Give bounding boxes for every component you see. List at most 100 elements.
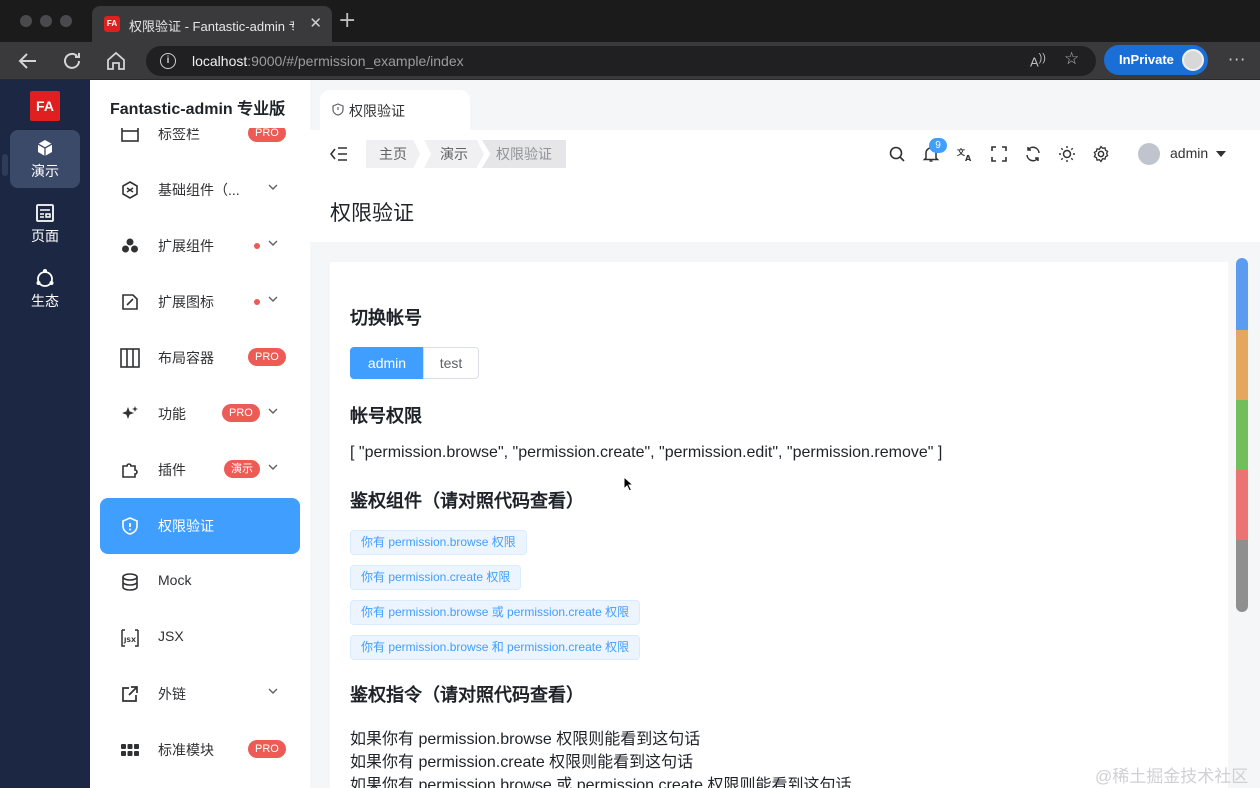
breadcrumb-demo[interactable]: 演示 bbox=[424, 140, 484, 168]
component-icon bbox=[122, 181, 138, 199]
menu-item-jsx[interactable]: JSX JSX bbox=[100, 610, 300, 666]
menu-item-standard-module[interactable]: 标准模块 PRO bbox=[100, 722, 300, 778]
jsx-icon: JSX bbox=[121, 629, 139, 647]
chevron-down-icon bbox=[268, 688, 278, 694]
account-admin-button[interactable]: admin bbox=[350, 347, 424, 379]
settings-gear-icon[interactable] bbox=[1092, 145, 1110, 163]
menu-item-permission[interactable]: 权限验证 bbox=[100, 498, 300, 554]
database-icon bbox=[122, 573, 138, 591]
chevron-down-icon bbox=[268, 464, 278, 470]
shield-icon bbox=[122, 517, 138, 535]
main-sidebar: FA 演示 页面 生态 bbox=[0, 80, 90, 788]
notification-badge: 9 bbox=[929, 138, 947, 153]
collapse-sidebar-icon[interactable] bbox=[330, 146, 348, 162]
page-tabbar: 权限验证 bbox=[310, 80, 1260, 130]
new-dot bbox=[254, 243, 260, 249]
chevron-down-icon bbox=[268, 184, 278, 190]
extend-icon-icon bbox=[122, 294, 138, 310]
chevron-down-icon bbox=[268, 408, 278, 414]
reload-icon[interactable] bbox=[60, 49, 84, 73]
pro-badge: PRO bbox=[222, 404, 260, 422]
theme-sun-icon[interactable] bbox=[1058, 145, 1076, 163]
user-name[interactable]: admin bbox=[1170, 145, 1208, 161]
menu-item-features[interactable]: 功能 PRO bbox=[100, 386, 300, 442]
menu-item-external-link[interactable]: 外链 bbox=[100, 666, 300, 722]
directive-line: 如果你有 permission.create 权限则能看到这句话 bbox=[350, 754, 694, 771]
avatar[interactable] bbox=[1138, 143, 1160, 165]
shield-icon bbox=[332, 103, 344, 116]
sparkle-icon bbox=[122, 406, 138, 419]
page-tab-permission[interactable]: 权限验证 bbox=[320, 90, 470, 130]
plugin-icon bbox=[122, 463, 138, 478]
cube-icon bbox=[37, 140, 53, 156]
account-test-button[interactable]: test bbox=[423, 347, 479, 379]
scroll-segment-orange bbox=[1236, 330, 1248, 400]
page-icon bbox=[36, 204, 54, 222]
site-info-icon[interactable]: i bbox=[160, 53, 176, 69]
content-panel: 切换帐号 admin test 帐号权限 [ "permission.brows… bbox=[330, 262, 1228, 788]
refresh-icon[interactable] bbox=[1024, 145, 1042, 163]
menu-item-layout[interactable]: 布局容器 PRO bbox=[100, 330, 300, 386]
auth-tag: 你有 permission.browse 或 permission.create… bbox=[350, 600, 641, 625]
menu-item-extend-components[interactable]: 扩展组件 bbox=[100, 218, 300, 274]
directive-line: 如果你有 permission.browse 或 permission.crea… bbox=[350, 777, 852, 788]
favicon-icon: FA bbox=[104, 16, 120, 32]
menu-item-basic-components[interactable]: 基础组件（... bbox=[100, 162, 300, 218]
auth-tag: 你有 permission.browse 权限 bbox=[350, 530, 527, 555]
menu-item-mock[interactable]: Mock bbox=[100, 554, 300, 610]
topbar: 主页 演示 权限验证 9 文A admin bbox=[310, 130, 1260, 178]
scroll-segment-blue bbox=[1236, 258, 1248, 330]
breadcrumb-home[interactable]: 主页 bbox=[366, 140, 420, 168]
browser-tab[interactable]: FA 权限验证 - Fantastic-admin 专业版 ✕ bbox=[92, 6, 332, 42]
address-bar[interactable]: i localhost:9000/#/permission_example/in… bbox=[146, 46, 1096, 76]
chevron-down-icon bbox=[268, 240, 278, 246]
back-icon[interactable] bbox=[16, 49, 40, 73]
main-nav-ecosystem[interactable]: 生态 bbox=[10, 260, 80, 318]
app-root: FA 演示 页面 生态 Fantastic-admin 专业版 标签栏 PRO … bbox=[0, 80, 1260, 788]
scroll-segment-green bbox=[1236, 400, 1248, 470]
sidebar-handle[interactable] bbox=[2, 154, 8, 176]
color-scrollbar[interactable] bbox=[1236, 258, 1248, 788]
external-link-icon bbox=[122, 686, 138, 702]
profile-avatar bbox=[1182, 49, 1204, 71]
search-icon[interactable] bbox=[888, 145, 906, 163]
extend-component-icon bbox=[122, 238, 138, 253]
ecosystem-icon bbox=[36, 269, 54, 287]
fullscreen-icon[interactable] bbox=[990, 145, 1008, 163]
close-tab-icon[interactable]: ✕ bbox=[309, 14, 322, 32]
more-menu-icon[interactable]: ··· bbox=[1228, 50, 1246, 69]
browser-toolbar: i localhost:9000/#/permission_example/in… bbox=[0, 42, 1260, 80]
favorites-icon[interactable]: ☆ bbox=[1064, 49, 1079, 69]
browser-titlebar: FA 权限验证 - Fantastic-admin 专业版 ✕ + bbox=[0, 0, 1260, 42]
new-dot bbox=[254, 299, 260, 305]
window-minimize-button[interactable] bbox=[40, 15, 52, 27]
window-close-button[interactable] bbox=[20, 15, 32, 27]
new-tab-icon[interactable]: + bbox=[338, 10, 356, 32]
home-icon[interactable] bbox=[104, 49, 128, 73]
watermark: @稀土掘金技术社区 bbox=[1095, 767, 1249, 786]
menu-item-extend-icons[interactable]: 扩展图标 bbox=[100, 274, 300, 330]
logo[interactable]: FA bbox=[30, 91, 60, 121]
translate-icon[interactable]: 文A bbox=[956, 145, 974, 163]
main-nav-demo[interactable]: 演示 bbox=[10, 130, 80, 188]
mouse-cursor-icon bbox=[623, 476, 635, 492]
main-nav-page[interactable]: 页面 bbox=[10, 195, 80, 253]
menu-item-plugins[interactable]: 插件 演示 bbox=[100, 442, 300, 498]
svg-text:A: A bbox=[965, 154, 972, 163]
window-zoom-button[interactable] bbox=[60, 15, 72, 27]
switch-account-title: 切换帐号 bbox=[350, 308, 422, 328]
tab-title: 权限验证 - Fantastic-admin 专业版 bbox=[129, 19, 294, 34]
layout-icon bbox=[120, 348, 140, 368]
directive-line: 如果你有 permission.browse 权限则能看到这句话 bbox=[350, 731, 701, 748]
page-header: 权限验证 bbox=[310, 178, 1260, 242]
content-area: 权限验证 主页 演示 权限验证 9 文A admin 权限验证 切换帐号 adm… bbox=[310, 80, 1260, 788]
caret-down-icon[interactable] bbox=[1216, 151, 1226, 157]
grid-icon bbox=[121, 744, 139, 756]
auth-directive-title: 鉴权指令（请对照代码查看） bbox=[350, 685, 584, 705]
account-permissions-title: 帐号权限 bbox=[350, 406, 422, 426]
sub-sidebar: Fantastic-admin 专业版 标签栏 PRO 基础组件（... 扩展组… bbox=[90, 80, 310, 788]
demo-badge: 演示 bbox=[224, 460, 260, 478]
read-aloud-icon[interactable]: A)) bbox=[1030, 52, 1046, 69]
url-text[interactable]: localhost:9000/#/permission_example/inde… bbox=[192, 53, 464, 69]
inprivate-button[interactable]: InPrivate bbox=[1104, 45, 1208, 75]
